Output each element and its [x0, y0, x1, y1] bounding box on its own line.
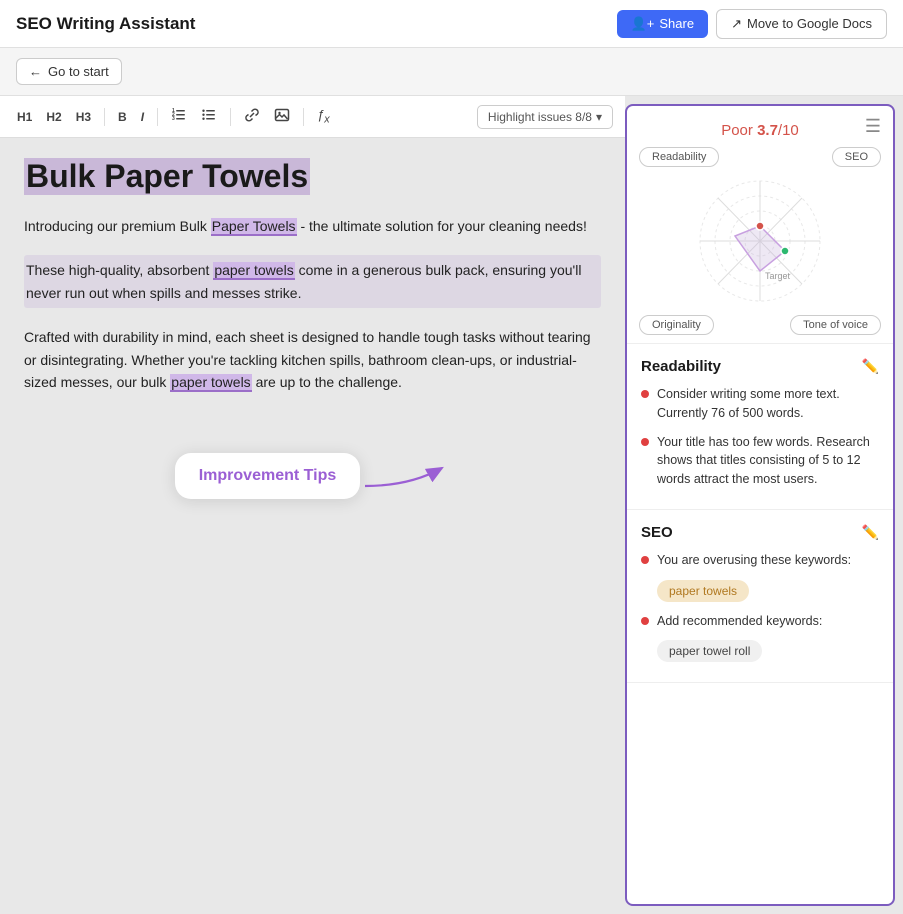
readability-bullet-2: Your title has too few words. Research s… — [641, 433, 879, 489]
score-section: Poor 3.7/10 Readability SEO — [627, 106, 893, 344]
seo-section: SEO ✏️ You are overusing these keywords:… — [627, 510, 893, 684]
seo-header: SEO ✏️ — [641, 524, 879, 541]
move-to-docs-button[interactable]: ↗ Move to Google Docs — [716, 9, 887, 39]
seo-bullet-1: You are overusing these keywords: paper … — [641, 551, 879, 602]
app-title: SEO Writing Assistant — [16, 14, 195, 34]
seo-tab[interactable]: SEO — [832, 147, 881, 167]
keyword-paper-towels-2: paper towels — [213, 262, 294, 280]
ul-icon — [201, 112, 217, 126]
image-icon — [274, 112, 290, 126]
keyword-paper-towels-3: paper towels — [170, 374, 251, 392]
readability-tab[interactable]: Readability — [639, 147, 719, 167]
unordered-list-button[interactable] — [196, 104, 222, 129]
toolbar-separator-2 — [157, 108, 158, 126]
editor-panel: H1 H2 H3 B I 123 — [0, 96, 625, 914]
image-button[interactable] — [269, 104, 295, 129]
radar-bottom-labels: Originality Tone of voice — [639, 315, 881, 335]
share-icon: 👤+ — [631, 16, 655, 32]
go-to-start-button[interactable]: ← Go to start — [16, 58, 122, 85]
panel-menu-icon[interactable]: ☰ — [865, 116, 881, 137]
tone-of-voice-tab[interactable]: Tone of voice — [790, 315, 881, 335]
link-icon — [244, 112, 260, 126]
svg-text:3: 3 — [172, 116, 175, 122]
arrow-left-icon: ← — [29, 64, 42, 79]
bold-button[interactable]: B — [113, 107, 132, 127]
toolbar-separator-3 — [230, 108, 231, 126]
improvement-tooltip-container: Improvement Tips — [24, 453, 601, 499]
clear-format-icon: ƒx — [317, 107, 330, 122]
ol-icon: 123 — [171, 112, 187, 126]
editor-content[interactable]: Bulk Paper Towels Introducing our premiu… — [0, 138, 625, 914]
readability-bullet-1: Consider writing some more text. Current… — [641, 385, 879, 423]
seo-bullet-2: Add recommended keywords: paper towel ro… — [641, 612, 879, 663]
paragraph-2: These high-quality, absorbent paper towe… — [24, 255, 601, 308]
seo-bullet-dot-2 — [641, 617, 649, 625]
document-area: Bulk Paper Towels Introducing our premiu… — [24, 158, 601, 499]
radar-top-labels: Readability SEO — [639, 147, 881, 167]
docs-icon: ↗ — [731, 16, 742, 32]
seo-edit-icon[interactable]: ✏️ — [862, 524, 879, 541]
svg-text:Target: Target — [765, 271, 791, 281]
seo-score-panel: ☰ Poor 3.7/10 Readability SEO — [625, 104, 895, 906]
readability-title: Readability — [641, 358, 721, 375]
main-layout: H1 H2 H3 B I 123 — [0, 96, 903, 914]
readability-header: Readability ✏️ — [641, 358, 879, 375]
editor-toolbar: H1 H2 H3 B I 123 — [0, 96, 625, 138]
readability-edit-icon[interactable]: ✏️ — [862, 358, 879, 375]
ordered-list-button[interactable]: 123 — [166, 104, 192, 129]
improvement-tooltip-box: Improvement Tips — [175, 453, 361, 499]
link-button[interactable] — [239, 104, 265, 129]
h2-button[interactable]: H2 — [41, 107, 66, 127]
top-bar-actions: 👤+ Share ↗ Move to Google Docs — [617, 9, 887, 39]
clear-format-button[interactable]: ƒx — [312, 104, 335, 129]
bullet-dot-1 — [641, 390, 649, 398]
overuse-keyword-tag: paper towels — [657, 580, 749, 602]
share-button[interactable]: 👤+ Share — [617, 10, 708, 38]
paragraph-1: Introducing our premium Bulk Paper Towel… — [24, 215, 601, 237]
h3-button[interactable]: H3 — [71, 107, 96, 127]
toolbar-separator-4 — [303, 108, 304, 126]
keyword-paper-towels-1: Paper Towels — [211, 218, 297, 236]
seo-bullet-dot-1 — [641, 556, 649, 564]
paragraph-3: Crafted with durability in mind, each sh… — [24, 326, 601, 393]
document-title: Bulk Paper Towels — [24, 158, 310, 195]
chevron-down-icon: ▾ — [596, 110, 602, 124]
radar-chart: Target — [655, 171, 865, 311]
highlight-issues-button[interactable]: Highlight issues 8/8 ▾ — [477, 105, 613, 129]
italic-button[interactable]: I — [136, 107, 149, 127]
readability-section: Readability ✏️ Consider writing some mor… — [627, 344, 893, 510]
seo-title: SEO — [641, 524, 673, 541]
tooltip-arrow-icon — [360, 458, 450, 494]
originality-tab[interactable]: Originality — [639, 315, 714, 335]
bullet-dot-2 — [641, 438, 649, 446]
h1-button[interactable]: H1 — [12, 107, 37, 127]
recommended-keyword-tag: paper towel roll — [657, 640, 762, 662]
toolbar-separator-1 — [104, 108, 105, 126]
secondary-bar: ← Go to start — [0, 48, 903, 96]
top-bar: SEO Writing Assistant 👤+ Share ↗ Move to… — [0, 0, 903, 48]
overall-score-label: Poor 3.7/10 — [639, 122, 881, 139]
